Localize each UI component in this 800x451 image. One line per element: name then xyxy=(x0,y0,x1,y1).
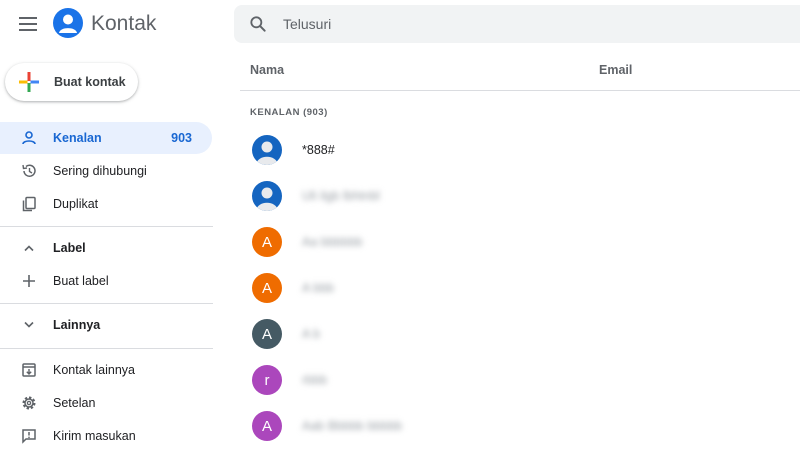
sidebar-item-other-contacts[interactable]: Kontak lainnya xyxy=(0,354,212,386)
contact-row[interactable]: Uli ilgb lbhtnbl xyxy=(240,174,800,218)
sidebar-item-label: Label xyxy=(53,241,86,255)
archive-icon xyxy=(20,361,38,379)
chevron-down-icon xyxy=(20,316,38,334)
sidebar-more-toggle[interactable]: Lainnya xyxy=(0,309,212,341)
sidebar-item-label: Kontak lainnya xyxy=(53,363,136,377)
plus-icon xyxy=(20,272,38,290)
create-contact-label: Buat kontak xyxy=(54,75,126,89)
contact-row[interactable]: A Aab Bbbbb bbbbb xyxy=(240,404,800,448)
contact-row[interactable]: *888# xyxy=(240,128,800,172)
contact-name: rbbb xyxy=(302,373,328,387)
chevron-up-icon xyxy=(20,239,38,257)
contacts-person-icon xyxy=(59,14,77,33)
sidebar-item-duplicates[interactable]: Duplikat xyxy=(0,188,212,220)
gear-icon xyxy=(20,394,38,412)
contact-row[interactable]: AA b xyxy=(240,312,800,356)
feedback-icon xyxy=(20,427,38,445)
contact-initial-avatar[interactable]: A xyxy=(252,411,282,441)
contact-name: A bbb xyxy=(302,281,334,295)
create-contact-button[interactable]: Buat kontak xyxy=(5,63,138,101)
search-bar[interactable] xyxy=(234,5,800,43)
sidebar-item-label: Kirim masukan xyxy=(53,429,136,443)
sidebar-divider xyxy=(0,303,213,304)
search-input[interactable] xyxy=(283,16,763,32)
contact-name: Aa bbbbbb xyxy=(302,235,363,249)
column-header-email[interactable]: Email xyxy=(599,63,632,77)
sidebar-item-feedback[interactable]: Kirim masukan xyxy=(0,420,212,451)
person-silhouette-icon xyxy=(256,141,278,165)
sidebar-item-label: Kenalan xyxy=(53,131,102,145)
column-header-name[interactable]: Nama xyxy=(250,63,284,77)
contacts-count: 903 xyxy=(171,131,192,145)
search-icon[interactable] xyxy=(248,14,268,34)
sidebar-item-create-label[interactable]: Buat label xyxy=(0,265,212,297)
contact-photo-avatar[interactable] xyxy=(252,135,282,165)
copy-icon xyxy=(20,195,38,213)
contact-initial-avatar[interactable]: A xyxy=(252,319,282,349)
contacts-logo xyxy=(53,8,83,38)
hamburger-menu-icon xyxy=(19,17,37,31)
sidebar-divider xyxy=(0,226,213,227)
header-divider xyxy=(240,90,800,91)
history-icon xyxy=(20,162,38,180)
sidebar-label-section-toggle[interactable]: Label xyxy=(0,232,212,264)
contact-name: Aab Bbbbb bbbbb xyxy=(302,419,403,433)
main-menu-button[interactable] xyxy=(14,10,42,38)
contact-initial-avatar[interactable]: A xyxy=(252,273,282,303)
contact-name: *888# xyxy=(302,143,335,157)
sidebar-divider xyxy=(0,348,213,349)
contact-row[interactable]: r rbbb xyxy=(240,358,800,402)
sidebar-item-label: Setelan xyxy=(53,396,96,410)
contact-name: Uli ilgb lbhtnbl xyxy=(302,189,380,203)
contact-row[interactable]: A Aa bbbbbb xyxy=(240,220,800,264)
sidebar-item-settings[interactable]: Setelan xyxy=(0,387,212,419)
sidebar-item-label: Lainnya xyxy=(53,318,101,332)
sidebar-item-label: Buat label xyxy=(53,274,109,288)
contact-name: A b xyxy=(302,327,321,341)
contact-initial-avatar[interactable]: A xyxy=(252,227,282,257)
sidebar-item-label: Duplikat xyxy=(53,197,99,211)
colored-plus-icon xyxy=(19,72,39,92)
contact-photo-avatar[interactable] xyxy=(252,181,282,211)
sidebar-item-frequent[interactable]: Sering dihubungi xyxy=(0,155,212,187)
sidebar-item-label: Sering dihubungi xyxy=(53,164,147,178)
contact-initial-avatar[interactable]: r xyxy=(252,365,282,395)
app-title: Kontak xyxy=(91,12,157,35)
contact-row[interactable]: A A bbb xyxy=(240,266,800,310)
contacts-section-label: KENALAN (903) xyxy=(250,107,328,118)
person-icon xyxy=(20,129,38,147)
person-silhouette-icon xyxy=(256,187,278,211)
sidebar-item-contacts[interactable]: Kenalan 903 xyxy=(0,122,212,154)
